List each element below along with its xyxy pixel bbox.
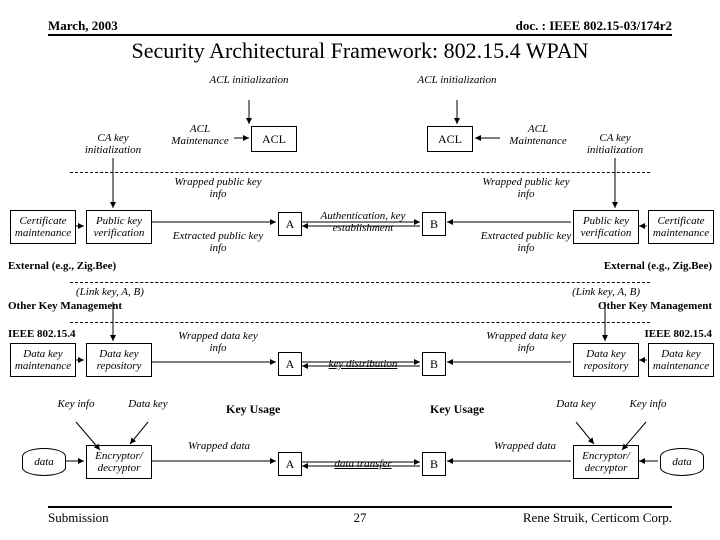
enc-dec-left: Encryptor/ decryptor — [86, 445, 152, 479]
acl-box-right: ACL — [427, 126, 473, 152]
extracted-pub-right: Extracted public key info — [480, 230, 572, 254]
node-b-1-text: B — [430, 217, 438, 232]
data-cylinder-left-text: data — [34, 456, 54, 468]
auth-label: Authentication, key establishment — [312, 210, 414, 234]
extracted-pub-left: Extracted public key info — [172, 230, 264, 254]
data-key-maint-left-text: Data key maintenance — [11, 348, 75, 372]
node-a-1-text: A — [286, 217, 295, 232]
cert-maint-left-text: Certificate maintenance — [11, 215, 75, 239]
acl-box-left: ACL — [251, 126, 297, 152]
data-cylinder-right-text: data — [672, 456, 692, 468]
node-b-1: B — [422, 212, 446, 236]
ieee-left: IEEE 802.15.4 — [8, 328, 76, 340]
external-right: External (e.g., Zig.Bee) — [604, 260, 712, 272]
ca-key-init-right: CA key initialization — [578, 132, 652, 156]
other-km-right: Other Key Management — [598, 300, 712, 312]
page-title: Security Architectural Framework: 802.15… — [0, 38, 720, 64]
data-key-maint-right: Data key maintenance — [648, 343, 714, 377]
pub-verify-left-text: Public key verification — [87, 215, 151, 239]
data-key-repo-left-text: Data key repository — [87, 348, 151, 372]
link-key-left: (Link key, A, B) — [76, 286, 144, 298]
node-a-2-text: A — [286, 357, 295, 372]
cert-maint-right-text: Certificate maintenance — [649, 215, 713, 239]
header-doc: doc. : IEEE 802.15-03/174r2 — [516, 18, 672, 34]
key-usage-right: Key Usage — [430, 402, 484, 417]
other-km-left: Other Key Management — [8, 300, 122, 312]
ca-key-init-left: CA key initialization — [76, 132, 150, 156]
node-a-2: A — [278, 352, 302, 376]
header-date: March, 2003 — [48, 18, 118, 34]
acl-init-left-label: ACL initialization — [208, 74, 290, 86]
key-info-left: Key info — [56, 398, 96, 410]
key-dist-label: key distribution — [312, 358, 414, 370]
node-b-2-text: B — [430, 357, 438, 372]
data-cylinder-left: data — [22, 448, 66, 476]
wrapped-pub-left: Wrapped public key info — [172, 176, 264, 200]
data-transfer-label: data transfer — [312, 458, 414, 470]
node-b-3: B — [422, 452, 446, 476]
pub-verify-left: Public key verification — [86, 210, 152, 244]
wrapped-data-left: Wrapped data — [174, 440, 264, 452]
wrapped-data-key-right: Wrapped data key info — [480, 330, 572, 354]
acl-box-right-text: ACL — [438, 132, 462, 147]
data-key-left: Data key — [128, 398, 168, 410]
footer-right: Rene Struik, Certicom Corp. — [523, 510, 672, 526]
enc-dec-left-text: Encryptor/ decryptor — [87, 450, 151, 474]
link-key-right: (Link key, A, B) — [572, 286, 640, 298]
data-key-maint-right-text: Data key maintenance — [649, 348, 713, 372]
data-key-right: Data key — [556, 398, 596, 410]
key-usage-left: Key Usage — [226, 402, 280, 417]
wrapped-data-right: Wrapped data — [480, 440, 570, 452]
data-key-maint-left: Data key maintenance — [10, 343, 76, 377]
header-rule — [48, 34, 672, 36]
data-cylinder-right: data — [660, 448, 704, 476]
data-key-repo-right-text: Data key repository — [574, 348, 638, 372]
wrapped-data-key-left: Wrapped data key info — [172, 330, 264, 354]
node-b-3-text: B — [430, 457, 438, 472]
data-key-repo-left: Data key repository — [86, 343, 152, 377]
enc-dec-right: Encryptor/ decryptor — [573, 445, 639, 479]
ieee-right: IEEE 802.15.4 — [644, 328, 712, 340]
acl-box-left-text: ACL — [262, 132, 286, 147]
acl-maint-right-label: ACL Maintenance — [503, 123, 573, 147]
wrapped-pub-right: Wrapped public key info — [480, 176, 572, 200]
acl-init-right-label: ACL initialization — [416, 74, 498, 86]
pub-verify-right-text: Public key verification — [574, 215, 638, 239]
node-a-3-text: A — [286, 457, 295, 472]
footer-rule — [48, 506, 672, 508]
node-a-3: A — [278, 452, 302, 476]
cert-maint-left: Certificate maintenance — [10, 210, 76, 244]
enc-dec-right-text: Encryptor/ decryptor — [574, 450, 638, 474]
node-b-2: B — [422, 352, 446, 376]
data-key-repo-right: Data key repository — [573, 343, 639, 377]
acl-maint-left-label: ACL Maintenance — [165, 123, 235, 147]
cert-maint-right: Certificate maintenance — [648, 210, 714, 244]
key-info-right: Key info — [628, 398, 668, 410]
node-a-1: A — [278, 212, 302, 236]
dash-2 — [70, 282, 650, 283]
pub-verify-right: Public key verification — [573, 210, 639, 244]
dash-3 — [70, 322, 650, 323]
external-left: External (e.g., Zig.Bee) — [8, 260, 116, 272]
dash-1 — [70, 172, 650, 173]
